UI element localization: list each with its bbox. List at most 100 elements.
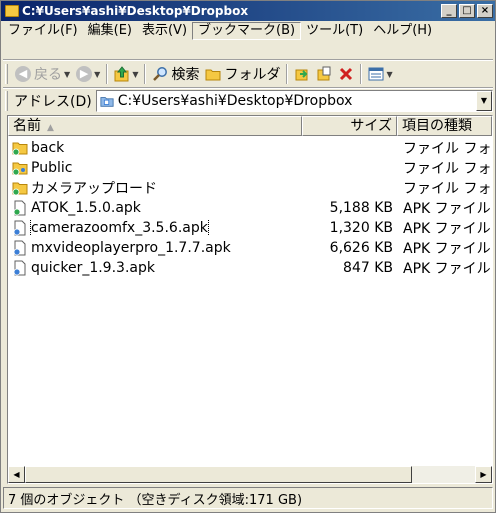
cell-type: APK ファイル xyxy=(403,201,491,217)
column-name[interactable]: 名前 ▲ xyxy=(8,116,302,136)
views-button[interactable]: ▼ xyxy=(365,63,395,85)
explorer-window: C:¥Users¥ashi¥Desktop¥Dropbox _ □ × ファイル… xyxy=(0,0,496,513)
search-label: 検索 xyxy=(171,67,200,83)
file-list[interactable]: 名前 ▲ サイズ 項目の種類 back ファイル フォルダ Public ファイル フォ… xyxy=(7,115,493,484)
table-row[interactable]: ATOK_1.5.0.apk 5,188 KB APK ファイル xyxy=(8,198,492,218)
move-to-icon xyxy=(295,69,308,81)
menu-help[interactable]: ヘルプ(H) xyxy=(368,22,437,40)
chevron-down-icon: ▼ xyxy=(94,69,101,79)
file-name: back xyxy=(31,140,65,156)
address-label: アドレス(D) xyxy=(14,94,92,110)
toolbar-separator xyxy=(286,64,289,84)
cell-type: APK ファイル xyxy=(403,221,491,237)
back-label: 戻る xyxy=(34,67,62,83)
toolbar-grip[interactable] xyxy=(5,91,8,111)
back-button[interactable]: ◀ 戻る ▼ xyxy=(12,63,73,85)
folder-icon xyxy=(205,69,221,81)
file-name: カメラアップロード xyxy=(31,181,157,197)
file-rows: backファイル フォルダPublicファイル フォルダカメラアップロードファイ… xyxy=(8,138,492,278)
file-icon xyxy=(13,240,26,256)
forward-button[interactable]: ▶ ▼ xyxy=(73,63,103,85)
address-bar: アドレス(D) C:¥Users¥ashi¥Desktop¥Dropbox ▼ xyxy=(5,89,493,113)
cell-name[interactable]: Public xyxy=(8,160,304,176)
title-bar[interactable]: C:¥Users¥ashi¥Desktop¥Dropbox _ □ × xyxy=(1,1,495,21)
folders-button[interactable]: フォルダ xyxy=(202,63,283,85)
cell-type: ファイル フォルダ xyxy=(403,161,492,177)
cell-name[interactable]: mxvideoplayerpro_1.7.7.apk xyxy=(8,240,304,256)
cell-name[interactable]: back xyxy=(8,140,304,156)
table-row[interactable]: mxvideoplayerpro_1.7.7.apk 6,626 KB APK ファ… xyxy=(8,238,492,258)
cell-type: APK ファイル xyxy=(403,261,491,277)
toolbar-separator xyxy=(360,64,363,84)
cell-name[interactable]: ATOK_1.5.0.apk xyxy=(8,200,304,216)
cell-size: 5,188 KB xyxy=(329,200,393,216)
status-bar: 7 個のオブジェクト （空きディスク領域:171 GB) xyxy=(3,487,493,509)
file-icon xyxy=(13,260,26,276)
column-size-label: サイズ xyxy=(350,118,392,134)
menu-bar: ファイル(F) 編集(E) 表示(V) ブックマーク(B) ツール(T) ヘルプ… xyxy=(3,22,493,58)
minimize-button[interactable]: _ xyxy=(441,4,457,18)
folder-icon xyxy=(12,182,28,196)
table-row[interactable]: Public ファイル フォルダ xyxy=(8,158,492,178)
scroll-track[interactable] xyxy=(25,466,475,483)
toolbar: ◀ 戻る ▼ ▶ ▼ ▼ 検索 フォルダ ▼ xyxy=(5,62,493,86)
chevron-down-icon: ▼ xyxy=(386,69,393,79)
move-to-button[interactable] xyxy=(291,63,313,85)
table-row[interactable]: quicker_1.9.3.apk 847 KB APK ファイル xyxy=(8,258,492,278)
menu-view[interactable]: 表示(V) xyxy=(137,22,192,40)
delete-button[interactable] xyxy=(335,63,357,85)
address-dropdown-button[interactable]: ▼ xyxy=(476,91,492,111)
close-button[interactable]: × xyxy=(477,4,493,18)
back-arrow-icon: ◀ xyxy=(15,66,31,82)
folders-label: フォルダ xyxy=(224,67,281,83)
menu-tools[interactable]: ツール(T) xyxy=(301,22,368,40)
toolbar-grip[interactable] xyxy=(5,64,8,84)
cell-type: APK ファイル xyxy=(403,241,491,257)
table-row[interactable]: back ファイル フォルダ xyxy=(8,138,492,158)
file-name: Public xyxy=(31,160,73,176)
cell-size: 847 KB xyxy=(343,260,393,276)
scroll-thumb[interactable] xyxy=(25,466,412,483)
address-value: C:¥Users¥ashi¥Desktop¥Dropbox xyxy=(117,93,353,109)
cell-type: ファイル フォルダ xyxy=(403,141,492,157)
address-input[interactable]: C:¥Users¥ashi¥Desktop¥Dropbox ▼ xyxy=(95,90,493,112)
cell-type: ファイル フォルダ xyxy=(403,181,492,197)
chevron-down-icon: ▼ xyxy=(64,69,71,79)
menu-file[interactable]: ファイル(F) xyxy=(3,22,83,40)
file-name: ATOK_1.5.0.apk xyxy=(31,200,141,216)
chevron-down-icon: ▼ xyxy=(132,69,139,79)
maximize-button[interactable]: □ xyxy=(459,4,475,18)
horizontal-scrollbar[interactable]: ◀ ▶ xyxy=(8,466,492,483)
toolbar-separator xyxy=(144,64,147,84)
column-type[interactable]: 項目の種類 xyxy=(397,116,492,136)
column-header: 名前 ▲ サイズ 項目の種類 xyxy=(8,116,492,136)
delete-icon xyxy=(340,67,353,81)
scroll-left-button[interactable]: ◀ xyxy=(8,466,25,483)
cell-name[interactable]: quicker_1.9.3.apk xyxy=(8,260,304,276)
status-text: 7 個のオブジェクト （空きディスク領域:171 GB) xyxy=(8,492,303,508)
copy-to-button[interactable] xyxy=(313,63,335,85)
column-name-label: 名前 xyxy=(13,118,41,134)
column-type-label: 項目の種類 xyxy=(402,118,472,134)
menu-edit[interactable]: 編集(E) xyxy=(83,22,137,40)
cell-name[interactable]: camerazoomfx_3.5.6.apk xyxy=(8,220,304,236)
scroll-right-button[interactable]: ▶ xyxy=(475,466,492,483)
cell-size: 6,626 KB xyxy=(329,240,393,256)
file-icon xyxy=(13,200,26,216)
table-row[interactable]: カメラアップロード ファイル フォルダ xyxy=(8,178,492,198)
window-title: C:¥Users¥ashi¥Desktop¥Dropbox xyxy=(22,4,249,18)
search-icon xyxy=(153,67,168,81)
cell-size: 1,320 KB xyxy=(329,220,393,236)
up-folder-icon xyxy=(114,66,129,82)
column-size[interactable]: サイズ xyxy=(302,116,397,136)
cell-name[interactable]: カメラアップロード xyxy=(8,178,304,198)
toolbar-separator xyxy=(106,64,109,84)
table-row[interactable]: camerazoomfx_3.5.6.apk 1,320 KB APK ファイル xyxy=(8,218,492,238)
file-name: camerazoomfx_3.5.6.apk xyxy=(30,220,209,236)
up-folder-button[interactable]: ▼ xyxy=(111,63,141,85)
search-button[interactable]: 検索 xyxy=(149,63,202,85)
folder-icon xyxy=(5,5,19,17)
views-icon xyxy=(368,67,384,81)
menu-bookmarks[interactable]: ブックマーク(B) xyxy=(192,22,302,40)
dropbox-folder-icon xyxy=(100,97,114,107)
